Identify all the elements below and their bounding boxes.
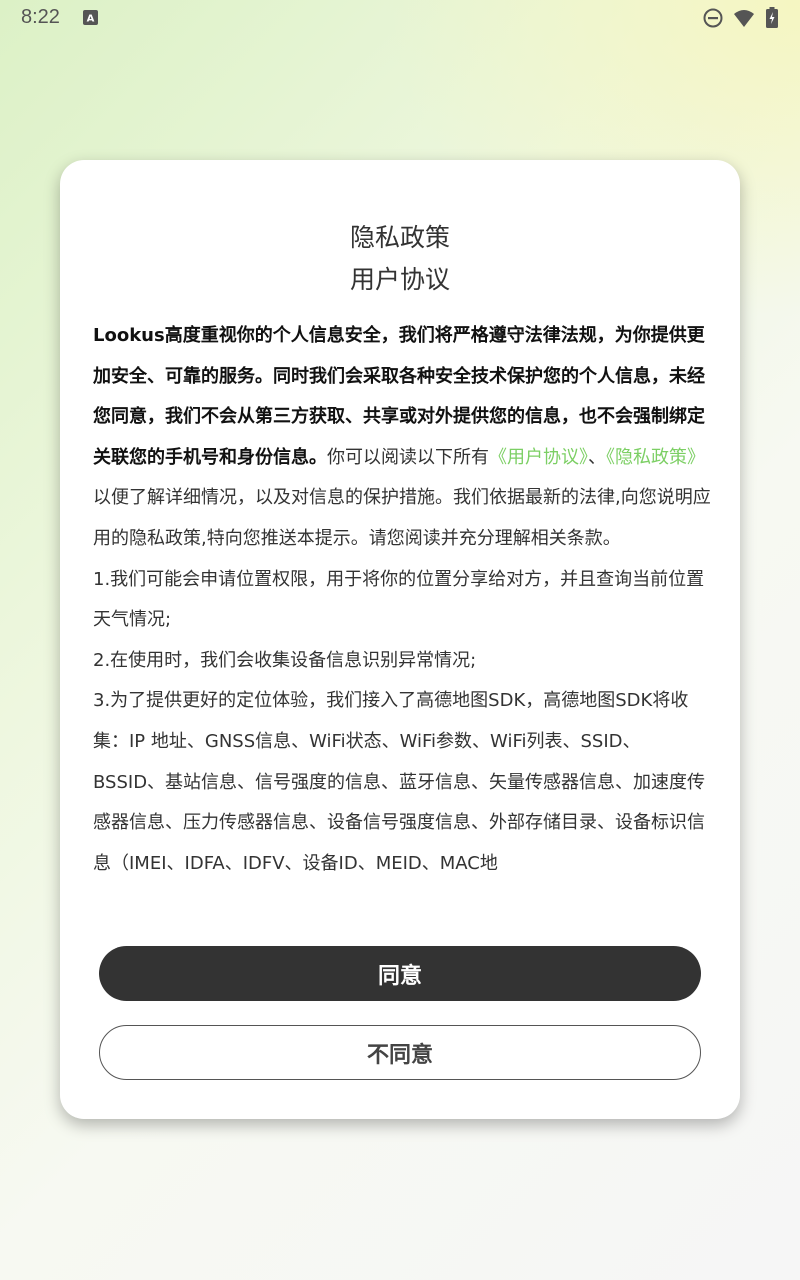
policy-body: Lookus高度重视你的个人信息安全，我们将严格遵守法律法规，为你提供更加安全、… bbox=[93, 316, 711, 884]
agree-button[interactable]: 同意 bbox=[99, 946, 701, 1001]
status-bar: 8:22 A bbox=[0, 0, 800, 36]
battery-charging-icon bbox=[766, 7, 778, 28]
link-separator: 、 bbox=[588, 446, 606, 468]
dialog-title-privacy: 隐私政策 bbox=[349, 223, 450, 252]
policy-item-3: 3.为了提供更好的定位体验，我们接入了高德地图SDK，高德地图SDK将收集：IP… bbox=[93, 690, 706, 874]
policy-text-scroll[interactable]: Lookus高度重视你的个人信息安全，我们将严格遵守法律法规，为你提供更加安全、… bbox=[93, 316, 711, 906]
wifi-icon bbox=[734, 10, 754, 27]
do-not-disturb-icon bbox=[703, 8, 723, 28]
user-agreement-link[interactable]: 《用户协议》 bbox=[489, 447, 588, 468]
status-time: 8:22 bbox=[21, 6, 60, 28]
policy-intro: Lookus高度重视你的个人信息安全，我们将严格遵守法律法规，为你提供更加安全、… bbox=[93, 316, 711, 560]
svg-text:A: A bbox=[87, 14, 95, 25]
policy-item-1: 1.我们可能会申请位置权限，用于将你的位置分享给对方，并且查询当前位置天气情况; bbox=[93, 568, 705, 631]
policy-intro-read: 你可以阅读以下所有 bbox=[327, 446, 489, 468]
disagree-button[interactable]: 不同意 bbox=[99, 1025, 701, 1080]
privacy-policy-link[interactable]: 《隐私政策》 bbox=[606, 447, 705, 468]
policy-intro-rest: 以便了解详细情况，以及对信息的保护措施。我们依据最新的法律,向您说明应用的隐私政… bbox=[93, 487, 711, 549]
privacy-dialog: 隐私政策 用户协议 Lookus高度重视你的个人信息安全，我们将严格遵守法律法规… bbox=[60, 160, 740, 1119]
policy-item-2: 2.在使用时，我们会收集设备信息识别异常情况; bbox=[93, 649, 477, 671]
dialog-title-agreement: 用户协议 bbox=[349, 265, 450, 294]
notification-a-icon: A bbox=[83, 10, 98, 25]
